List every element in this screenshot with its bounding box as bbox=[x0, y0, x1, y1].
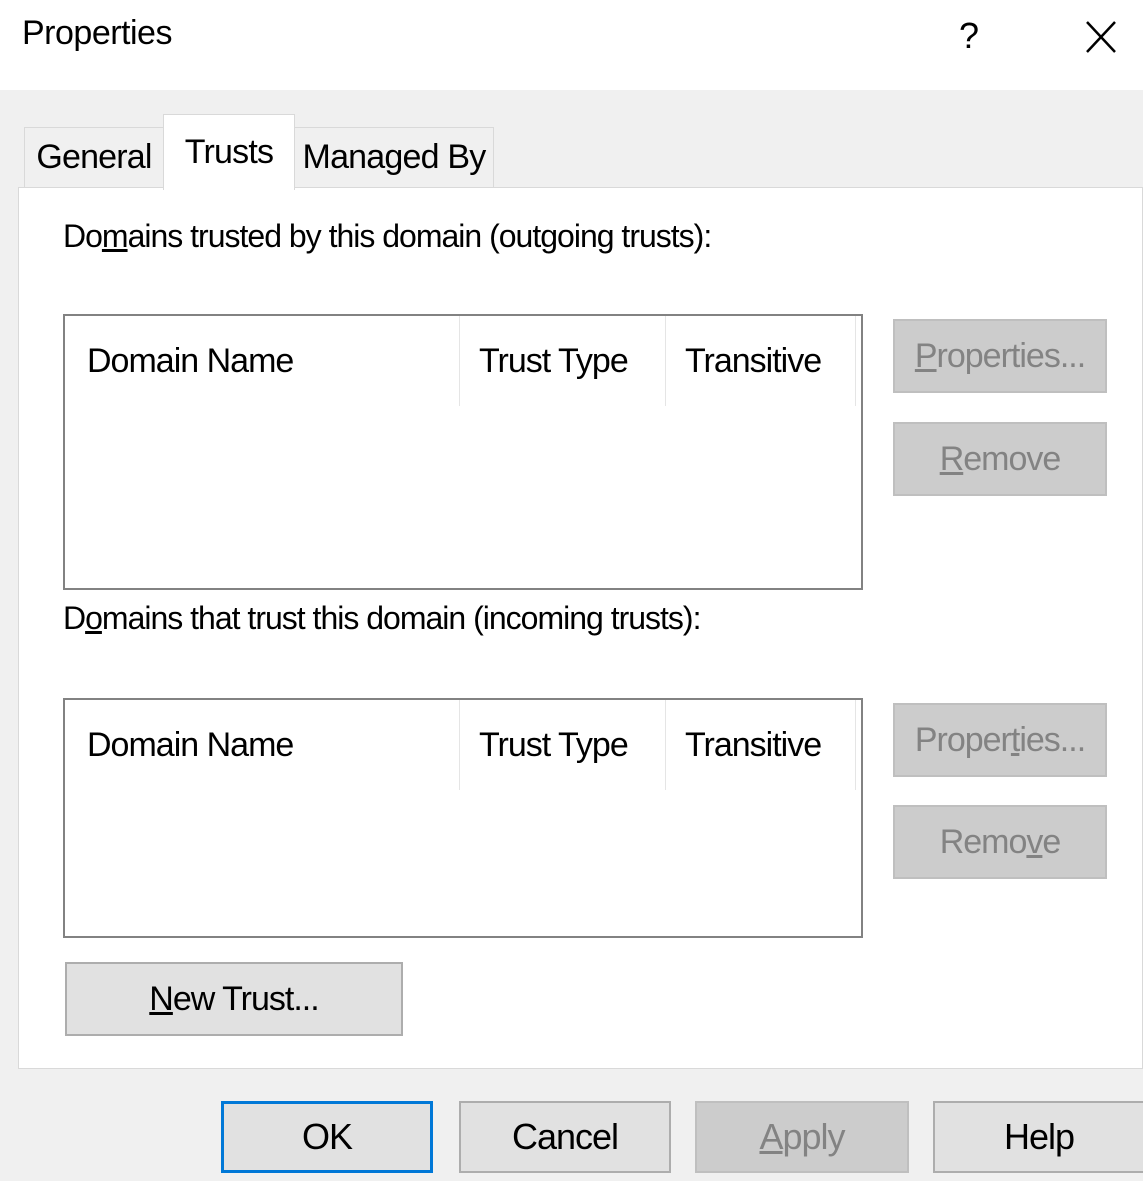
title-bar: Properties ? bbox=[0, 0, 1143, 90]
outgoing-trusts-list[interactable]: Domain Name Trust Type Transitive bbox=[63, 314, 863, 590]
trusts-panel: Domains trusted by this domain (outgoing… bbox=[18, 187, 1143, 1069]
help-icon[interactable]: ? bbox=[945, 8, 993, 64]
incoming-remove-accesskey: v bbox=[1026, 822, 1043, 861]
outgoing-remove-button[interactable]: Remove bbox=[893, 422, 1107, 496]
incoming-label-accesskey: o bbox=[85, 600, 103, 636]
column-header-trust-type[interactable]: Trust Type bbox=[461, 700, 667, 790]
incoming-properties-accesskey: t bbox=[1010, 720, 1021, 759]
column-divider[interactable] bbox=[855, 700, 856, 790]
incoming-properties-button[interactable]: Proper t ies... bbox=[893, 703, 1107, 777]
apply-button[interactable]: Apply bbox=[695, 1101, 909, 1173]
column-header-domain-name[interactable]: Domain Name bbox=[65, 316, 461, 406]
cancel-button[interactable]: Cancel bbox=[459, 1101, 671, 1173]
incoming-remove-label-pre: Remo bbox=[939, 822, 1028, 861]
column-header-transitive[interactable]: Transitive bbox=[667, 700, 857, 790]
outgoing-label-pre: Do bbox=[63, 218, 103, 254]
incoming-remove-label-rest: e bbox=[1042, 822, 1061, 861]
new-trust-label: ew Trust... bbox=[172, 979, 320, 1018]
incoming-label-pre: D bbox=[63, 600, 86, 636]
column-divider[interactable] bbox=[665, 700, 666, 790]
column-divider[interactable] bbox=[459, 316, 460, 406]
new-trust-button[interactable]: New Trust... bbox=[65, 962, 403, 1036]
close-icon-glyph bbox=[1086, 21, 1116, 53]
tab-trusts[interactable]: Trusts bbox=[163, 114, 295, 190]
incoming-label-post: mains that trust this domain (incoming t… bbox=[101, 600, 702, 636]
column-divider[interactable] bbox=[855, 316, 856, 406]
incoming-remove-button[interactable]: Remo v e bbox=[893, 805, 1107, 879]
outgoing-remove-accesskey: R bbox=[939, 439, 965, 478]
column-divider[interactable] bbox=[665, 316, 666, 406]
column-header-trust-type[interactable]: Trust Type bbox=[461, 316, 667, 406]
outgoing-properties-button[interactable]: Properties... bbox=[893, 319, 1107, 393]
column-header-domain-name[interactable]: Domain Name bbox=[65, 700, 461, 790]
help-button[interactable]: Help bbox=[933, 1101, 1143, 1173]
outgoing-label-post: ains trusted by this domain (outgoing tr… bbox=[127, 218, 713, 254]
tab-general[interactable]: General bbox=[24, 127, 164, 187]
close-icon[interactable] bbox=[1075, 8, 1127, 64]
outgoing-label-accesskey: m bbox=[101, 218, 129, 254]
outgoing-trusts-label: Domains trusted by this domain (outgoing… bbox=[63, 218, 713, 255]
tab-managed-by[interactable]: Managed By bbox=[294, 127, 494, 187]
apply-label: pply bbox=[782, 1116, 845, 1157]
outgoing-properties-accesskey: P bbox=[914, 336, 938, 375]
ok-button[interactable]: OK bbox=[221, 1101, 433, 1173]
window-title: Properties bbox=[22, 14, 172, 52]
column-divider[interactable] bbox=[459, 700, 460, 790]
incoming-trusts-list[interactable]: Domain Name Trust Type Transitive bbox=[63, 698, 863, 938]
column-header-transitive[interactable]: Transitive bbox=[667, 316, 857, 406]
outgoing-properties-label: roperties... bbox=[936, 336, 1087, 375]
incoming-properties-label-pre: Proper bbox=[914, 720, 1012, 759]
apply-accesskey: A bbox=[759, 1116, 783, 1157]
incoming-trusts-label: Domains that trust this domain (incoming… bbox=[63, 600, 702, 637]
outgoing-remove-label: emove bbox=[963, 439, 1061, 478]
new-trust-accesskey: N bbox=[149, 979, 174, 1018]
incoming-properties-label-rest: ies... bbox=[1019, 720, 1086, 759]
